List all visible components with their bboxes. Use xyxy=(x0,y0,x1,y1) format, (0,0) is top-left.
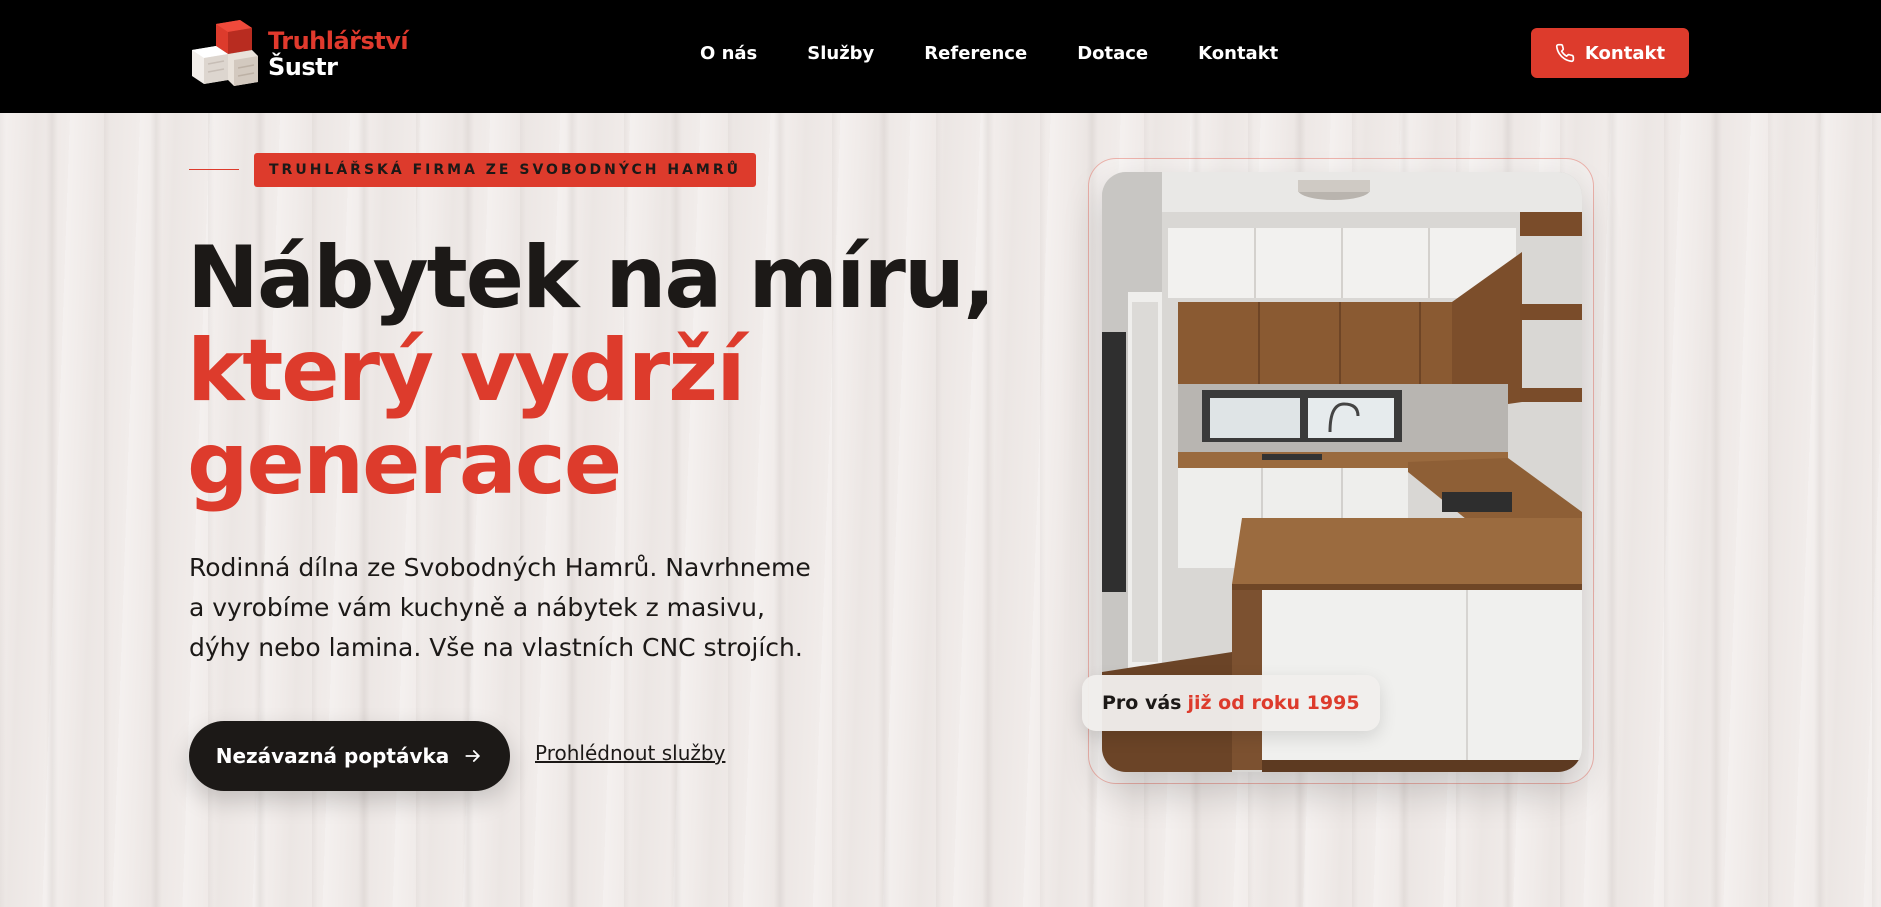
contact-button[interactable]: Kontakt xyxy=(1531,28,1689,78)
cubes-logo-icon xyxy=(190,20,258,88)
since-badge-year: již od roku 1995 xyxy=(1187,692,1360,714)
main-nav: O nás Služby Reference Dotace Kontakt xyxy=(700,38,1278,68)
hero-title-line-1: Nábytek na míru, xyxy=(187,228,996,328)
since-badge: Pro vás již od roku 1995 xyxy=(1082,675,1380,731)
brand-line-1: Truhlářství xyxy=(268,27,409,55)
hero-title-line-2: který vydrží xyxy=(187,321,746,421)
inquiry-button-label: Nezávazná poptávka xyxy=(215,744,450,768)
contact-button-label: Kontakt xyxy=(1584,42,1666,64)
inquiry-button[interactable]: Nezávazná poptávka xyxy=(189,721,510,791)
brand-line-2: Šustr xyxy=(268,53,338,81)
nav-item-dotace[interactable]: Dotace xyxy=(1077,43,1148,64)
nav-item-sluzby[interactable]: Služby xyxy=(807,43,874,64)
phone-icon xyxy=(1555,43,1575,63)
since-badge-prefix: Pro vás xyxy=(1102,692,1182,714)
eyebrow-badge: TRUHLÁŘSKÁ FIRMA ZE SVOBODNÝCH HAMRŮ xyxy=(254,153,756,187)
nav-item-o-nas[interactable]: O nás xyxy=(700,43,757,64)
hero-lead: Rodinná dílna ze Svobodných Hamrů. Navrh… xyxy=(189,553,811,662)
arrow-right-icon xyxy=(465,750,481,762)
eyebrow-divider xyxy=(189,169,239,170)
brand-name: Truhlářství Šustr xyxy=(268,27,409,81)
hero-title: Nábytek na míru, který vydrží generace xyxy=(187,228,996,514)
nav-item-kontakt[interactable]: Kontakt xyxy=(1198,43,1278,64)
site-header: Truhlářství Šustr O nás Služby Reference… xyxy=(0,0,1881,113)
brand-logo[interactable]: Truhlářství Šustr xyxy=(190,19,410,89)
nav-item-reference[interactable]: Reference xyxy=(924,43,1027,64)
services-link[interactable]: Prohlédnout služby xyxy=(535,741,725,765)
hero-title-line-3: generace xyxy=(187,414,622,514)
